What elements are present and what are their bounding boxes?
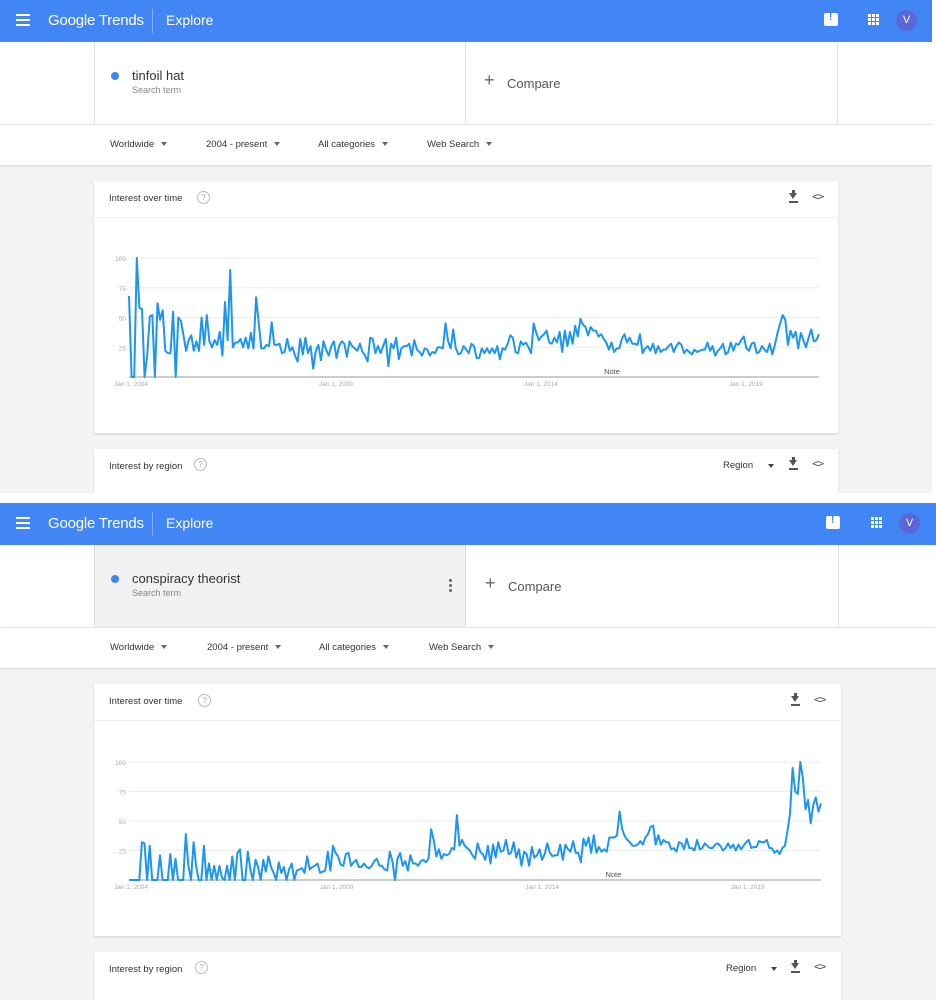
embed-icon[interactable]: <>: [812, 457, 824, 470]
feedback-icon[interactable]: [826, 515, 840, 529]
y-tick-label: 100: [115, 760, 126, 767]
interest-by-region-title: Interest by region: [109, 461, 183, 472]
category-filter[interactable]: All categories: [319, 642, 389, 653]
x-tick-label: Jan 1, 2009: [320, 884, 354, 891]
more-vert-icon[interactable]: [449, 579, 452, 594]
series-color-dot: [111, 72, 119, 80]
compare-label: Compare: [508, 579, 562, 594]
time-range-filter[interactable]: 2004 - present: [206, 139, 280, 150]
y-tick-label: 75: [119, 286, 127, 293]
region-filter[interactable]: Worldwide: [110, 139, 167, 150]
header-divider: [152, 9, 153, 33]
download-icon[interactable]: [789, 457, 798, 472]
chevron-down-icon[interactable]: [771, 967, 777, 971]
header-divider: [152, 512, 153, 536]
search-term-card[interactable]: tinfoil hat Search term: [94, 42, 466, 124]
menu-icon[interactable]: [16, 517, 30, 529]
x-tick-label: Jan 1, 2009: [319, 381, 353, 388]
search-property-filter[interactable]: Web Search: [429, 642, 494, 653]
panel-gap: [0, 493, 936, 503]
compare-card[interactable]: + Compare: [466, 42, 838, 124]
y-tick-label: 25: [119, 345, 127, 352]
chart-note[interactable]: Note: [605, 870, 621, 879]
search-term-type: Search term: [132, 588, 182, 598]
help-icon[interactable]: ?: [194, 458, 207, 471]
filter-bar: Worldwide 2004 - present All categories …: [0, 627, 936, 668]
y-tick-label: 25: [119, 849, 127, 856]
y-tick-label: 100: [115, 256, 126, 263]
x-tick-label: Jan 1, 2004: [114, 381, 148, 388]
menu-icon[interactable]: [16, 14, 30, 26]
search-terms-bar: tinfoil hat Search term + Compare: [0, 42, 932, 124]
region-select[interactable]: Region: [723, 460, 753, 471]
x-tick-label: Jan 1, 2019: [729, 381, 763, 388]
y-tick-label: 75: [119, 790, 127, 797]
time-range-filter[interactable]: 2004 - present: [207, 642, 281, 653]
interest-by-region-card: Interest by region ? Region <>: [94, 952, 841, 1000]
plus-icon: +: [484, 70, 495, 90]
y-tick-label: 50: [119, 819, 127, 826]
interest-by-region-card: Interest by region ? Region <>: [94, 449, 838, 493]
plus-icon: +: [485, 573, 496, 593]
region-select[interactable]: Region: [726, 963, 756, 974]
x-tick-label: Jan 1, 2014: [524, 381, 558, 388]
filter-bar: Worldwide 2004 - present All categories …: [0, 124, 932, 165]
compare-card[interactable]: + Compare: [467, 545, 839, 627]
interest-by-region-title: Interest by region: [109, 964, 183, 975]
google-trends-logo[interactable]: Google Trends: [48, 515, 144, 532]
trends-panel-conspiracy-theorist: Google Trends Explore V conspiracy theor…: [0, 503, 936, 1000]
help-icon[interactable]: ?: [195, 961, 208, 974]
avatar[interactable]: V: [899, 513, 920, 534]
download-icon[interactable]: [791, 960, 800, 975]
google-trends-logo[interactable]: Google Trends: [48, 12, 144, 29]
region-filter[interactable]: Worldwide: [110, 642, 167, 653]
interest-over-time-card: Interest over time ? <> 25 50 75 100 Jan 1, …: [94, 181, 838, 433]
x-tick-label: Jan 1, 2014: [525, 884, 559, 891]
search-terms-bar: conspiracy theorist Search term + Compar…: [0, 545, 936, 627]
trends-panel-tinfoil-hat: Google Trends Explore V tinfoil hat Sear…: [0, 0, 932, 493]
y-tick-label: 50: [119, 316, 127, 323]
x-tick-label: Jan 1, 2019: [731, 884, 765, 891]
search-term-type: Search term: [132, 85, 182, 95]
avatar[interactable]: V: [896, 10, 917, 31]
app-bar: Google Trends Explore V: [0, 503, 936, 545]
explore-title: Explore: [166, 515, 214, 531]
feedback-icon[interactable]: [824, 12, 838, 26]
search-property-filter[interactable]: Web Search: [427, 139, 492, 150]
interest-over-time-card: Interest over time ? <> 25 50 75 100 Jan 1, …: [94, 684, 841, 936]
interest-over-time-chart[interactable]: 25 50 75 100 Jan 1, 2004 Jan 1, 2009 Jan 1, 20…: [94, 684, 841, 936]
app-bar: Google Trends Explore V: [0, 0, 932, 42]
compare-label: Compare: [507, 76, 561, 91]
x-tick-label: Jan 1, 2004: [114, 884, 148, 891]
chart-note[interactable]: Note: [604, 367, 620, 376]
explore-title: Explore: [166, 12, 214, 28]
chevron-down-icon[interactable]: [768, 464, 774, 468]
apps-icon[interactable]: [868, 14, 879, 25]
category-filter[interactable]: All categories: [318, 139, 388, 150]
series-color-dot: [111, 575, 119, 583]
search-term-card[interactable]: conspiracy theorist Search term: [94, 545, 466, 627]
embed-icon[interactable]: <>: [814, 960, 826, 973]
apps-icon[interactable]: [871, 517, 882, 528]
interest-over-time-chart[interactable]: 25 50 75 100 Jan 1, 2004 Jan 1, 2009 Jan 1, 20…: [94, 181, 838, 433]
search-term-name: conspiracy theorist: [132, 571, 241, 586]
search-term-name: tinfoil hat: [132, 68, 185, 83]
